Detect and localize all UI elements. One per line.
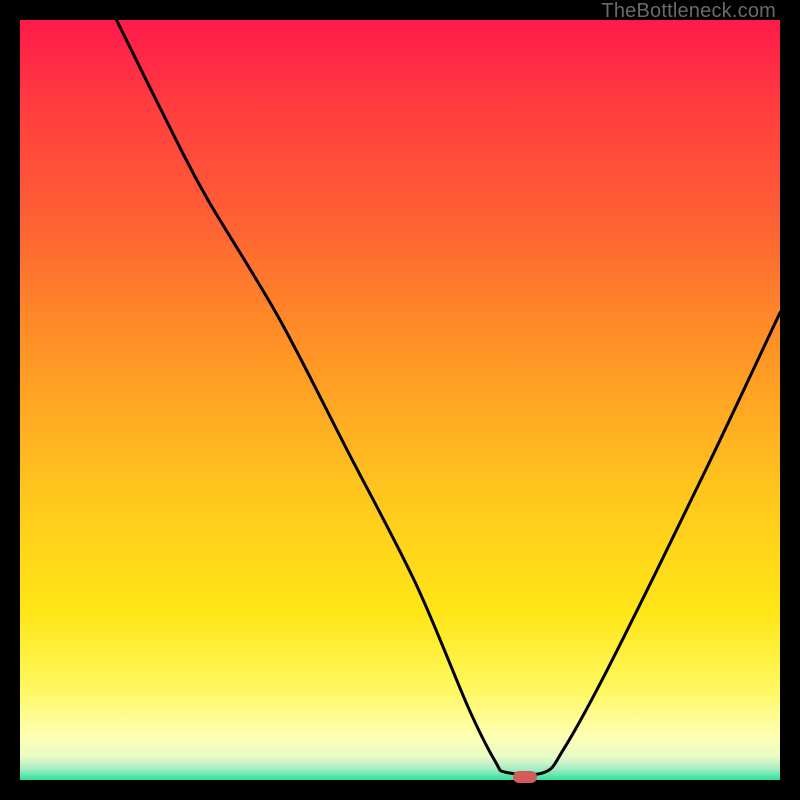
attribution-text: TheBottleneck.com [601,0,776,23]
plot-area [20,20,780,780]
optimal-marker [513,771,537,783]
outer-frame: TheBottleneck.com [0,0,800,800]
bottleneck-gradient [20,20,780,780]
